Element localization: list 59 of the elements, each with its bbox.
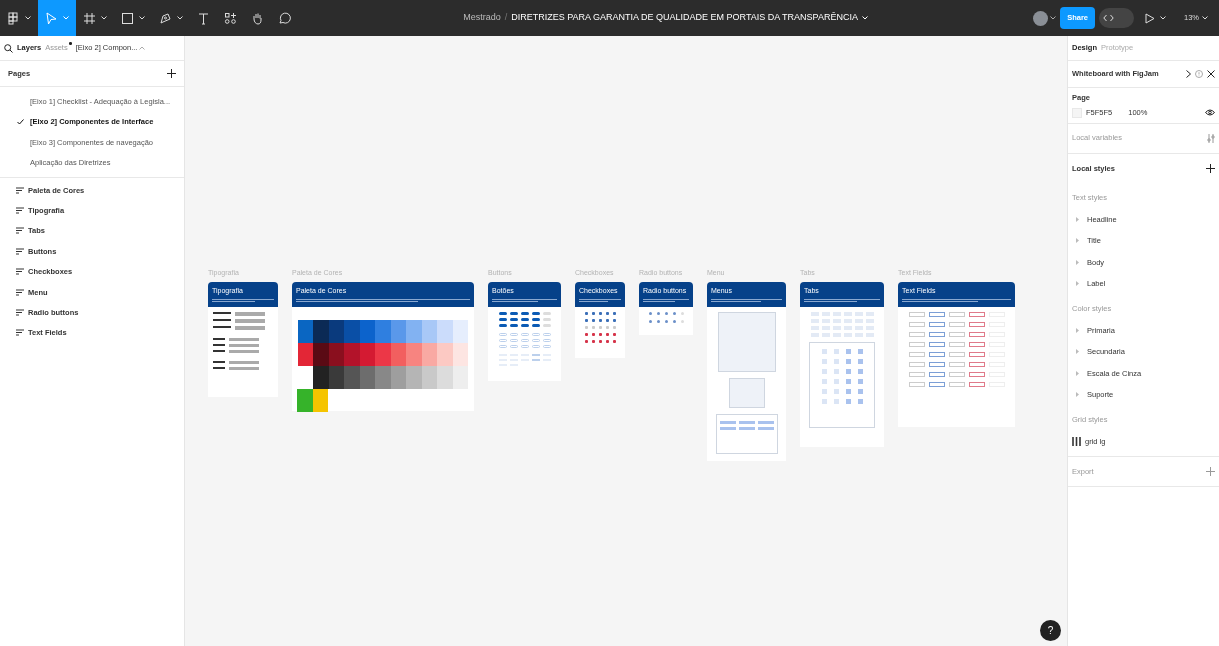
frame-icon [83,11,96,25]
plus-icon[interactable] [167,69,176,78]
chevron-up-icon [139,46,146,50]
menu-icon [7,11,20,25]
chevron-down-icon [1202,16,1208,20]
chevron-down-icon [25,16,31,20]
square-icon [121,11,134,25]
chevron-down-icon [63,16,69,20]
search-icon[interactable] [4,43,13,53]
caret-right-icon [1076,392,1079,398]
checkmark-icon [17,118,24,125]
help-button[interactable]: ? [1040,620,1061,641]
section-icon [16,329,24,337]
section-icon [16,186,24,194]
chevron-down-icon [1160,16,1166,20]
chevron-down-icon [139,16,145,20]
file-name[interactable]: DIRETRIZES PARA GARANTIA DE QUALIDADE EM PORTAIS DA TRANSPARÊNCIA [511,11,858,25]
description-lines-drawing [711,299,782,304]
checkboxes-preview-drawing [575,307,625,358]
hand-icon [251,11,264,25]
dev-mode-toggle[interactable] [1099,8,1134,28]
chevron-down-icon [101,16,107,20]
caret-right-icon [1076,238,1079,244]
section-icon [16,268,24,276]
code-icon [1103,14,1114,22]
pointer-icon [45,11,58,25]
avatar-menu-button[interactable] [1033,10,1057,26]
description-lines-drawing [579,299,621,304]
grid-icon [1072,436,1081,446]
project-name[interactable]: Mestrado [463,11,501,25]
eye-icon[interactable] [1205,109,1215,117]
avatar-icon [1033,10,1049,26]
chevron-down-icon[interactable] [861,16,868,20]
section-icon [16,288,24,296]
caret-right-icon [1076,370,1079,376]
breadcrumb-separator: / [504,11,508,25]
section-icon [16,309,24,317]
chevron-down-icon [1050,16,1057,20]
plus-icon[interactable] [1206,164,1215,173]
caret-right-icon [1076,259,1079,265]
comment-icon [278,11,291,25]
caret-right-icon [1076,327,1079,333]
caret-right-icon [1076,216,1079,222]
caret-right-icon [1076,349,1079,355]
text-icon [197,11,210,25]
section-icon [16,227,24,235]
chevron-down-icon [177,16,183,20]
section-icon [16,207,24,215]
description-lines-drawing [492,299,557,304]
section-icon [16,247,24,255]
chevron-right-icon[interactable] [1186,70,1191,78]
resources-icon [224,11,237,25]
description-lines-drawing [643,299,689,304]
caret-right-icon [1076,281,1079,287]
pen-icon [159,11,172,25]
play-icon [1145,12,1155,24]
radios-preview-drawing [639,307,693,335]
description-lines-drawing [212,299,274,304]
close-icon[interactable] [1207,70,1215,78]
